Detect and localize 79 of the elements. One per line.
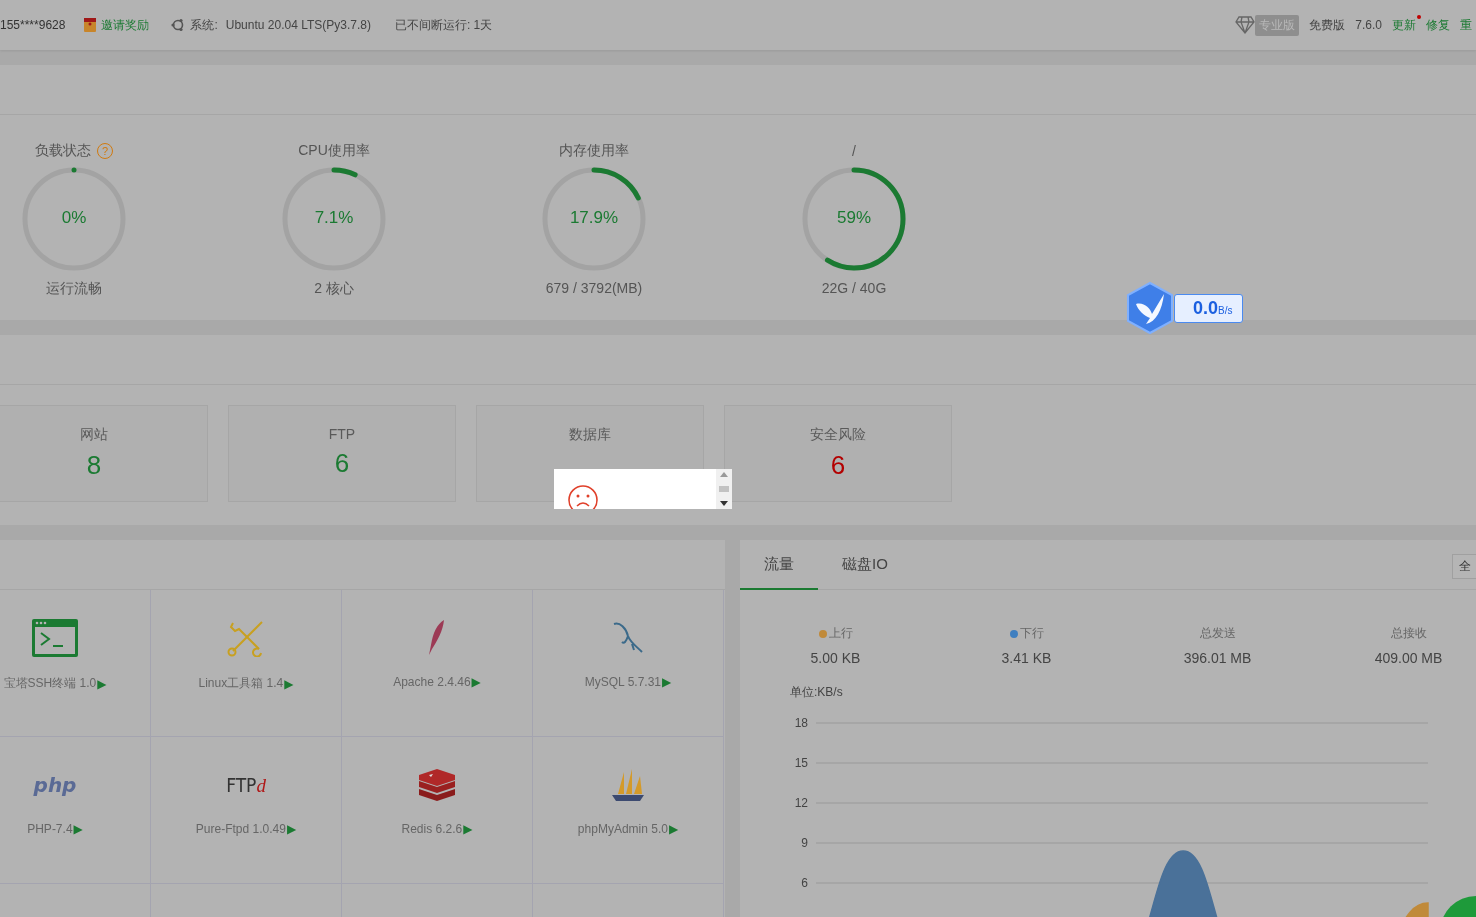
stat-value: 396.01 MB bbox=[1183, 650, 1252, 666]
header-link[interactable]: 更新 bbox=[1392, 16, 1416, 34]
ubuntu-icon bbox=[171, 18, 186, 32]
y-tick-label: 18 bbox=[794, 716, 808, 730]
y-tick-label: 9 bbox=[801, 836, 808, 850]
play-arrow[interactable]: ▶ bbox=[662, 675, 672, 689]
feather-icon bbox=[427, 619, 447, 657]
play-arrow[interactable]: ▶ bbox=[463, 822, 473, 836]
invite-link[interactable]: 邀请奖励 bbox=[101, 16, 150, 34]
software-name[interactable]: PHP-7.4 bbox=[27, 822, 73, 836]
gauge-title: 内存使用率 bbox=[559, 142, 629, 160]
gauge-detail: 679 / 3792(MB) bbox=[545, 280, 643, 296]
ftpd-logo: FTPd bbox=[226, 773, 266, 797]
software-name[interactable]: 宝塔SSH终端 1.0 bbox=[3, 675, 97, 692]
gauge-detail: 运行流畅 bbox=[46, 280, 102, 298]
card-label: 数据库 bbox=[569, 426, 611, 444]
software-name[interactable]: Linux工具箱 1.4 bbox=[198, 675, 284, 692]
axis-unit-label: 单位:KB/s bbox=[790, 685, 843, 699]
terminal-icon bbox=[31, 618, 79, 658]
gauge-title: / bbox=[852, 143, 856, 159]
card-label: FTP bbox=[328, 426, 356, 442]
scroll-up-icon[interactable] bbox=[720, 472, 728, 477]
header-link[interactable]: 重 bbox=[1460, 16, 1472, 34]
gauge-value: 0% bbox=[60, 208, 88, 228]
php-logo: php bbox=[33, 773, 77, 797]
stat-value: 409.00 MB bbox=[1374, 650, 1443, 666]
card-value: 6 bbox=[830, 450, 846, 481]
y-tick-label: 15 bbox=[794, 756, 808, 770]
software-name[interactable]: Redis 6.2.6 bbox=[401, 822, 463, 836]
speed-display: 0.0B/s bbox=[1174, 293, 1244, 323]
account-name[interactable]: 155****9628 bbox=[0, 18, 66, 32]
edition-label: 免费版 bbox=[1309, 16, 1346, 34]
card-label: 安全风险 bbox=[810, 426, 866, 444]
play-arrow[interactable]: ▶ bbox=[471, 675, 481, 689]
stat-label: 总接收 bbox=[1390, 625, 1427, 642]
version-label: 7.6.0 bbox=[1355, 18, 1382, 32]
diamond-icon bbox=[1235, 16, 1256, 34]
gauge-title: 负载状态 bbox=[35, 142, 91, 160]
gift-packet-icon bbox=[84, 18, 97, 32]
stat-card[interactable]: FTP 6 bbox=[228, 405, 456, 502]
gauge-value: 59% bbox=[836, 208, 872, 228]
uptime-text: 已不间断运行: 1天 bbox=[394, 16, 493, 34]
software-name[interactable]: MySQL 5.7.31 bbox=[584, 675, 661, 689]
card-label: 网站 bbox=[80, 426, 108, 444]
software-name[interactable]: phpMyAdmin 5.0 bbox=[577, 822, 668, 836]
play-arrow[interactable]: ▶ bbox=[286, 822, 297, 836]
play-arrow[interactable]: ▶ bbox=[668, 822, 679, 836]
gauge-value: 7.1% bbox=[313, 208, 355, 228]
range-button[interactable]: 全 bbox=[1452, 554, 1476, 579]
scrollbar[interactable] bbox=[716, 469, 732, 509]
gauge-value: 17.9% bbox=[568, 208, 620, 228]
y-tick-label: 6 bbox=[801, 876, 808, 890]
system-label: 系统: bbox=[190, 16, 218, 34]
stat-label: 下行 bbox=[1019, 625, 1044, 642]
wrench-screwdriver-icon bbox=[227, 619, 265, 657]
gauge-title: CPU使用率 bbox=[298, 142, 370, 160]
play-arrow[interactable]: ▶ bbox=[97, 676, 107, 691]
gauge-detail: 22G / 40G bbox=[821, 280, 887, 296]
card-value: 6 bbox=[334, 448, 350, 479]
card-value: 8 bbox=[86, 450, 102, 481]
chart-tab[interactable]: 流量 bbox=[740, 540, 818, 590]
software-name[interactable]: Apache 2.4.46 bbox=[393, 675, 471, 689]
stacked-cubes-icon bbox=[417, 769, 457, 801]
sad-face-icon bbox=[568, 485, 598, 509]
stat-value: 3.41 KB bbox=[1001, 650, 1052, 666]
software-name[interactable]: Pure-Ftpd 1.0.49 bbox=[195, 822, 286, 836]
play-arrow[interactable]: ▶ bbox=[284, 676, 294, 691]
scroll-thumb[interactable] bbox=[719, 486, 729, 492]
system-info: Ubuntu 20.04 LTS(Py3.7.8) bbox=[225, 18, 371, 32]
y-tick-label: 12 bbox=[794, 796, 808, 810]
stat-label: 总发送 bbox=[1199, 625, 1236, 642]
scroll-down-icon[interactable] bbox=[720, 501, 728, 506]
gauge-detail: 2 核心 bbox=[314, 280, 354, 298]
chart-tab[interactable]: 磁盘IO bbox=[818, 540, 912, 590]
stat-card[interactable]: 网站 8 bbox=[0, 405, 208, 502]
stat-card[interactable]: 安全风险 6 bbox=[724, 405, 952, 502]
stat-value: 5.00 KB bbox=[810, 650, 861, 666]
play-arrow[interactable]: ▶ bbox=[73, 822, 83, 836]
header-link[interactable]: 修复 bbox=[1426, 16, 1450, 34]
